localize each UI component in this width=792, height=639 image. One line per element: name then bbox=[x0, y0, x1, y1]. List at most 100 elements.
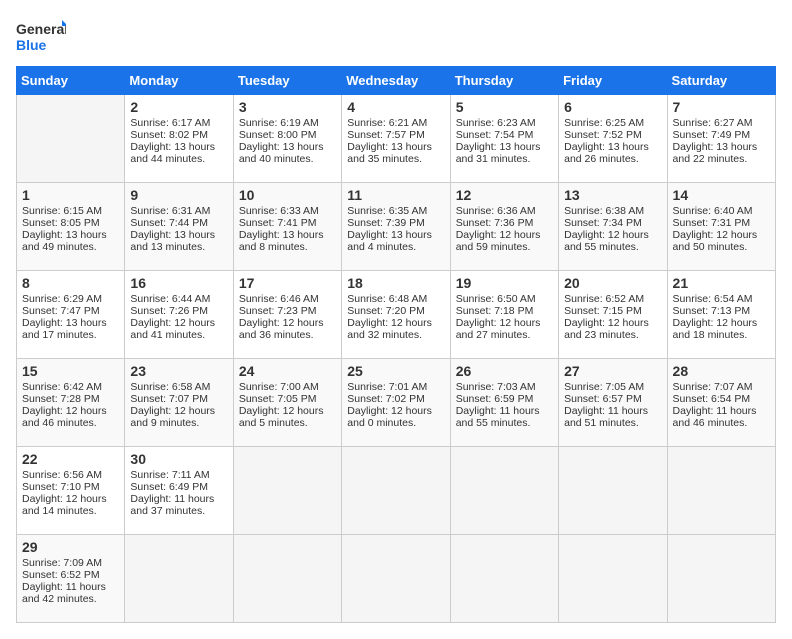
calendar-cell: 17Sunrise: 6:46 AMSunset: 7:23 PMDayligh… bbox=[233, 271, 341, 359]
daylight-label: Daylight: 12 hours and 9 minutes. bbox=[130, 405, 215, 429]
calendar-cell: 9Sunrise: 6:31 AMSunset: 7:44 PMDaylight… bbox=[125, 183, 233, 271]
daylight-label: Daylight: 13 hours and 4 minutes. bbox=[347, 229, 432, 253]
sunrise-label: Sunrise: 6:50 AM bbox=[456, 293, 536, 305]
sunset-label: Sunset: 7:44 PM bbox=[130, 217, 208, 229]
sunset-label: Sunset: 7:20 PM bbox=[347, 305, 425, 317]
calendar-cell: 5Sunrise: 6:23 AMSunset: 7:54 PMDaylight… bbox=[450, 95, 558, 183]
daylight-label: Daylight: 13 hours and 22 minutes. bbox=[673, 141, 758, 165]
sunset-label: Sunset: 7:28 PM bbox=[22, 393, 100, 405]
calendar-cell: 1Sunrise: 6:15 AMSunset: 8:05 PMDaylight… bbox=[17, 183, 125, 271]
daylight-label: Daylight: 13 hours and 35 minutes. bbox=[347, 141, 432, 165]
day-number: 14 bbox=[673, 187, 770, 203]
sunset-label: Sunset: 6:49 PM bbox=[130, 481, 208, 493]
day-number: 7 bbox=[673, 99, 770, 115]
daylight-label: Daylight: 11 hours and 46 minutes. bbox=[673, 405, 757, 429]
sunrise-label: Sunrise: 7:05 AM bbox=[564, 381, 644, 393]
day-number: 28 bbox=[673, 363, 770, 379]
calendar-cell: 23Sunrise: 6:58 AMSunset: 7:07 PMDayligh… bbox=[125, 359, 233, 447]
daylight-label: Daylight: 11 hours and 51 minutes. bbox=[564, 405, 648, 429]
logo-svg: General Blue bbox=[16, 16, 66, 56]
daylight-label: Daylight: 13 hours and 44 minutes. bbox=[130, 141, 215, 165]
calendar-cell: 10Sunrise: 6:33 AMSunset: 7:41 PMDayligh… bbox=[233, 183, 341, 271]
calendar-cell: 6Sunrise: 6:25 AMSunset: 7:52 PMDaylight… bbox=[559, 95, 667, 183]
logo: General Blue bbox=[16, 16, 66, 56]
sunrise-label: Sunrise: 6:46 AM bbox=[239, 293, 319, 305]
sunrise-label: Sunrise: 7:00 AM bbox=[239, 381, 319, 393]
sunrise-label: Sunrise: 6:31 AM bbox=[130, 205, 210, 217]
day-number: 4 bbox=[347, 99, 444, 115]
sunrise-label: Sunrise: 6:38 AM bbox=[564, 205, 644, 217]
sunrise-label: Sunrise: 6:17 AM bbox=[130, 117, 210, 129]
calendar-cell: 29Sunrise: 7:09 AMSunset: 6:52 PMDayligh… bbox=[17, 535, 125, 623]
svg-text:General: General bbox=[16, 21, 66, 37]
calendar-table: SundayMondayTuesdayWednesdayThursdayFrid… bbox=[16, 66, 776, 623]
calendar-cell: 28Sunrise: 7:07 AMSunset: 6:54 PMDayligh… bbox=[667, 359, 775, 447]
daylight-label: Daylight: 12 hours and 18 minutes. bbox=[673, 317, 758, 341]
calendar-cell: 4Sunrise: 6:21 AMSunset: 7:57 PMDaylight… bbox=[342, 95, 450, 183]
calendar-cell: 26Sunrise: 7:03 AMSunset: 6:59 PMDayligh… bbox=[450, 359, 558, 447]
calendar-cell: 25Sunrise: 7:01 AMSunset: 7:02 PMDayligh… bbox=[342, 359, 450, 447]
sunrise-label: Sunrise: 7:11 AM bbox=[130, 469, 209, 481]
day-number: 1 bbox=[22, 187, 119, 203]
sunrise-label: Sunrise: 6:42 AM bbox=[22, 381, 102, 393]
calendar-cell bbox=[342, 447, 450, 535]
daylight-label: Daylight: 11 hours and 42 minutes. bbox=[22, 581, 106, 605]
calendar-cell bbox=[667, 447, 775, 535]
calendar-cell: 24Sunrise: 7:00 AMSunset: 7:05 PMDayligh… bbox=[233, 359, 341, 447]
daylight-label: Daylight: 11 hours and 55 minutes. bbox=[456, 405, 540, 429]
weekday-header-thursday: Thursday bbox=[450, 67, 558, 95]
daylight-label: Daylight: 12 hours and 50 minutes. bbox=[673, 229, 758, 253]
calendar-cell bbox=[559, 535, 667, 623]
calendar-cell: 19Sunrise: 6:50 AMSunset: 7:18 PMDayligh… bbox=[450, 271, 558, 359]
day-number: 6 bbox=[564, 99, 661, 115]
day-number: 15 bbox=[22, 363, 119, 379]
sunset-label: Sunset: 7:05 PM bbox=[239, 393, 317, 405]
day-number: 3 bbox=[239, 99, 336, 115]
day-number: 26 bbox=[456, 363, 553, 379]
calendar-cell: 8Sunrise: 6:29 AMSunset: 7:47 PMDaylight… bbox=[17, 271, 125, 359]
calendar-cell bbox=[233, 447, 341, 535]
day-number: 11 bbox=[347, 187, 444, 203]
daylight-label: Daylight: 12 hours and 14 minutes. bbox=[22, 493, 107, 517]
sunset-label: Sunset: 7:13 PM bbox=[673, 305, 751, 317]
calendar-cell bbox=[17, 95, 125, 183]
calendar-cell bbox=[667, 535, 775, 623]
calendar-cell: 3Sunrise: 6:19 AMSunset: 8:00 PMDaylight… bbox=[233, 95, 341, 183]
day-number: 24 bbox=[239, 363, 336, 379]
day-number: 23 bbox=[130, 363, 227, 379]
calendar-cell: 2Sunrise: 6:17 AMSunset: 8:02 PMDaylight… bbox=[125, 95, 233, 183]
calendar-cell: 11Sunrise: 6:35 AMSunset: 7:39 PMDayligh… bbox=[342, 183, 450, 271]
sunrise-label: Sunrise: 6:35 AM bbox=[347, 205, 427, 217]
sunrise-label: Sunrise: 7:07 AM bbox=[673, 381, 753, 393]
sunset-label: Sunset: 6:52 PM bbox=[22, 569, 100, 581]
sunset-label: Sunset: 6:57 PM bbox=[564, 393, 642, 405]
sunrise-label: Sunrise: 7:01 AM bbox=[347, 381, 427, 393]
daylight-label: Daylight: 13 hours and 17 minutes. bbox=[22, 317, 107, 341]
day-number: 12 bbox=[456, 187, 553, 203]
sunrise-label: Sunrise: 6:19 AM bbox=[239, 117, 319, 129]
sunrise-label: Sunrise: 6:27 AM bbox=[673, 117, 753, 129]
sunrise-label: Sunrise: 6:25 AM bbox=[564, 117, 644, 129]
daylight-label: Daylight: 11 hours and 37 minutes. bbox=[130, 493, 214, 517]
daylight-label: Daylight: 12 hours and 55 minutes. bbox=[564, 229, 649, 253]
calendar-cell: 27Sunrise: 7:05 AMSunset: 6:57 PMDayligh… bbox=[559, 359, 667, 447]
daylight-label: Daylight: 12 hours and 36 minutes. bbox=[239, 317, 324, 341]
weekday-header-friday: Friday bbox=[559, 67, 667, 95]
calendar-cell: 21Sunrise: 6:54 AMSunset: 7:13 PMDayligh… bbox=[667, 271, 775, 359]
calendar-cell: 13Sunrise: 6:38 AMSunset: 7:34 PMDayligh… bbox=[559, 183, 667, 271]
calendar-cell: 12Sunrise: 6:36 AMSunset: 7:36 PMDayligh… bbox=[450, 183, 558, 271]
daylight-label: Daylight: 13 hours and 49 minutes. bbox=[22, 229, 107, 253]
day-number: 2 bbox=[130, 99, 227, 115]
daylight-label: Daylight: 12 hours and 0 minutes. bbox=[347, 405, 432, 429]
sunrise-label: Sunrise: 6:23 AM bbox=[456, 117, 536, 129]
day-number: 29 bbox=[22, 539, 119, 555]
daylight-label: Daylight: 12 hours and 46 minutes. bbox=[22, 405, 107, 429]
sunset-label: Sunset: 7:52 PM bbox=[564, 129, 642, 141]
calendar-cell: 14Sunrise: 6:40 AMSunset: 7:31 PMDayligh… bbox=[667, 183, 775, 271]
sunset-label: Sunset: 8:00 PM bbox=[239, 129, 317, 141]
sunset-label: Sunset: 7:26 PM bbox=[130, 305, 208, 317]
calendar-cell: 30Sunrise: 7:11 AMSunset: 6:49 PMDayligh… bbox=[125, 447, 233, 535]
daylight-label: Daylight: 12 hours and 27 minutes. bbox=[456, 317, 541, 341]
sunrise-label: Sunrise: 6:21 AM bbox=[347, 117, 427, 129]
sunset-label: Sunset: 7:49 PM bbox=[673, 129, 751, 141]
